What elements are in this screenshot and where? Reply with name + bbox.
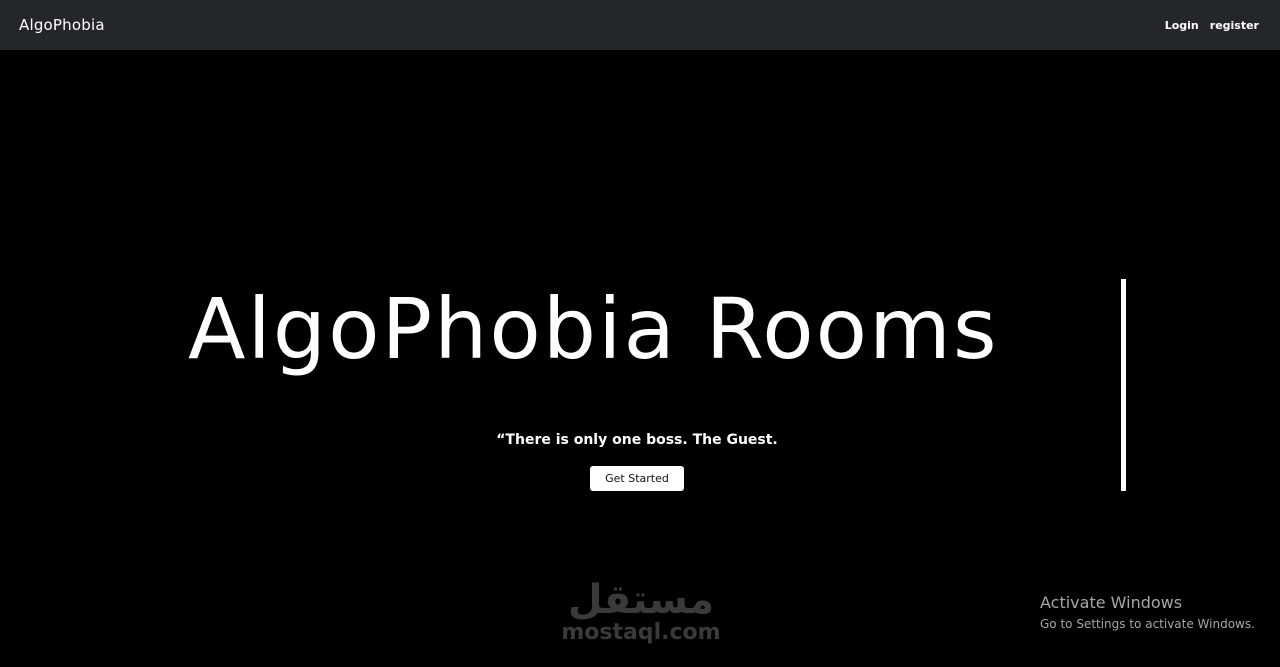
- activate-windows-title: Activate Windows: [1040, 593, 1183, 612]
- watermark-latin-text: mostaql.com: [561, 620, 721, 645]
- typing-cursor-bar: [1121, 279, 1126, 491]
- register-link[interactable]: register: [1210, 19, 1259, 32]
- login-link[interactable]: Login: [1165, 19, 1199, 32]
- mostaql-watermark: مستقل mostaql.com: [556, 580, 726, 644]
- hero-quote: “There is only one boss. The Guest.: [496, 432, 778, 448]
- nav-links: Login register: [1165, 19, 1261, 32]
- activate-windows-overlay: Activate Windows Go to Settings to activ…: [1040, 593, 1255, 631]
- get-started-button[interactable]: Get Started: [590, 466, 684, 491]
- activate-windows-subtitle: Go to Settings to activate Windows.: [1040, 617, 1255, 631]
- hero-section: AlgoPhobia Rooms “There is only one boss…: [0, 50, 1280, 667]
- hero-title: AlgoPhobia Rooms: [188, 280, 999, 378]
- watermark-arabic-text: مستقل: [567, 577, 715, 623]
- brand-logo-link[interactable]: AlgoPhobia: [19, 16, 105, 34]
- top-navbar: AlgoPhobia Login register: [0, 0, 1280, 50]
